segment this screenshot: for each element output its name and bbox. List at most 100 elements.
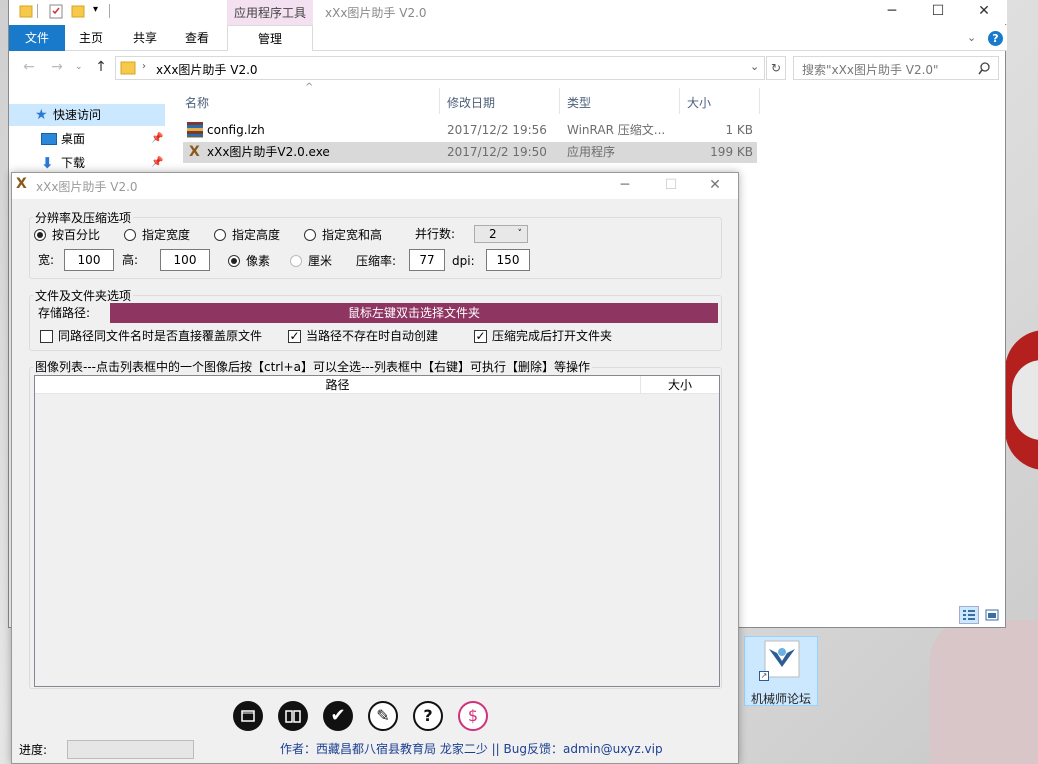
radio-pixel-label[interactable]: 像素 — [246, 254, 270, 268]
pin-icon[interactable]: 📌 — [151, 152, 163, 174]
toolbar-separator — [109, 4, 110, 18]
dpi-input[interactable]: 150 — [486, 249, 530, 271]
file-row[interactable]: X xXx图片助手V2.0.exe 2017/12/2 19:50 应用程序 1… — [183, 142, 757, 163]
app-minimize-button[interactable]: ─ — [602, 175, 648, 197]
open-folder-label[interactable]: 压缩完成后打开文件夹 — [492, 329, 612, 343]
help-button[interactable]: ? — [413, 701, 443, 731]
tab-share[interactable]: 共享 — [123, 28, 167, 50]
radio-cm[interactable] — [290, 255, 302, 267]
new-folder-icon[interactable] — [71, 3, 85, 19]
close-button[interactable]: ✕ — [961, 0, 1007, 24]
guide-button[interactable] — [278, 701, 308, 731]
height-label: 高: — [122, 253, 139, 267]
radio-pixel[interactable] — [228, 255, 240, 267]
auto-create-label[interactable]: 当路径不存在时自动创建 — [306, 329, 438, 343]
radio-percent[interactable] — [34, 229, 46, 241]
customize-toolbar-icon[interactable]: ▾ — [93, 4, 98, 15]
column-header-type[interactable]: 类型 — [567, 92, 591, 114]
recent-locations-icon[interactable]: ⌄ — [75, 62, 83, 72]
address-dropdown-icon[interactable]: ⌄ — [750, 60, 759, 73]
maximize-button[interactable]: ☐ — [915, 0, 961, 24]
column-divider[interactable] — [559, 88, 560, 114]
file-row[interactable]: config.lzh 2017/12/2 19:56 WinRAR 压缩文...… — [183, 120, 757, 141]
radio-percent-label[interactable]: 按百分比 — [52, 228, 100, 242]
author-info[interactable]: 作者：西藏昌都八宿县教育局 龙家二少 || Bug反馈：admin@uxyz.v… — [280, 740, 663, 757]
back-button[interactable]: ← — [19, 59, 39, 77]
file-name: xXx图片助手V2.0.exe — [207, 145, 330, 159]
star-icon: ★ — [35, 107, 48, 123]
radio-height[interactable] — [214, 229, 226, 241]
open-folder-checkbox[interactable]: ✓ — [474, 330, 487, 343]
pin-icon[interactable]: 📌 — [151, 128, 163, 150]
save-path-selector[interactable]: 鼠标左键双击选择文件夹 — [110, 303, 718, 323]
image-list[interactable]: 路径 大小 — [34, 375, 720, 687]
tab-manage[interactable]: 管理 — [227, 25, 313, 51]
edit-button[interactable]: ✎ — [368, 701, 398, 731]
app-logo-icon: X — [189, 144, 200, 160]
breadcrumb[interactable]: xXx图片助手 V2.0 — [156, 61, 258, 78]
list-column-path[interactable]: 路径 — [35, 376, 641, 394]
toolbar-separator — [37, 4, 38, 18]
tab-home[interactable]: 主页 — [71, 28, 111, 50]
image-list-hint: 图像列表---点击列表框中的一个图像后按【ctrl+a】可以全选---列表框中【… — [33, 358, 592, 375]
nav-item-downloads[interactable]: ⬇ 下载 📌 — [9, 152, 165, 174]
breadcrumb-chevron-icon: › — [142, 61, 146, 72]
file-date: 2017/12/2 19:56 — [447, 123, 547, 137]
tab-file[interactable]: 文件 — [9, 25, 65, 51]
column-divider[interactable] — [679, 88, 680, 114]
column-header-size[interactable]: 大小 — [687, 92, 711, 114]
radio-height-label[interactable]: 指定高度 — [232, 228, 280, 242]
column-header-date[interactable]: 修改日期 — [447, 92, 495, 114]
details-view-icon[interactable] — [959, 606, 979, 624]
app-close-button[interactable]: ✕ — [692, 175, 738, 197]
nav-item-quick-access[interactable]: ★ 快速访问 — [9, 104, 165, 126]
radio-width-height[interactable] — [304, 229, 316, 241]
dpi-label: dpi: — [452, 254, 475, 268]
auto-create-checkbox[interactable]: ✓ — [288, 330, 301, 343]
width-input[interactable]: 100 — [64, 249, 114, 271]
nav-item-desktop[interactable]: 桌面 📌 — [9, 128, 165, 150]
app-logo-icon: X — [16, 176, 27, 192]
height-input[interactable]: 100 — [160, 249, 210, 271]
app-maximize-button[interactable]: ☐ — [648, 175, 694, 197]
parallel-label: 并行数: — [415, 227, 456, 241]
file-date: 2017/12/2 19:50 — [447, 145, 547, 159]
radio-width[interactable] — [124, 229, 136, 241]
app-window: X xXx图片助手 V2.0 ─ ☐ ✕ 分辨率及压缩选项 按百分比 指定宽度 … — [11, 172, 739, 764]
desktop-icon — [41, 133, 57, 145]
start-button[interactable]: ✔ — [323, 701, 353, 731]
list-column-size[interactable]: 大小 — [641, 376, 719, 394]
expand-ribbon-icon[interactable]: ⌄ — [967, 31, 976, 44]
folder-icon — [241, 710, 255, 722]
resolution-group — [29, 217, 722, 279]
properties-icon[interactable] — [49, 3, 63, 19]
minimize-button[interactable]: ─ — [869, 0, 915, 24]
nav-item-label: 下载 — [61, 156, 86, 170]
parallel-select[interactable]: 2 ˅ — [474, 225, 528, 243]
radio-width-height-label[interactable]: 指定宽和高 — [322, 228, 382, 242]
tab-view[interactable]: 查看 — [177, 28, 217, 50]
refresh-button[interactable]: ↻ — [766, 56, 786, 80]
progress-bar — [67, 740, 194, 759]
column-divider[interactable] — [439, 88, 440, 114]
donate-button[interactable]: $ — [458, 701, 488, 731]
radio-width-label[interactable]: 指定宽度 — [142, 228, 190, 242]
forward-button[interactable]: → — [47, 59, 67, 77]
help-icon[interactable]: ? — [988, 31, 1003, 46]
search-input[interactable]: 搜索"xXx图片助手 V2.0" — [793, 56, 999, 80]
desktop-wallpaper-shape — [930, 620, 1038, 764]
up-button[interactable]: ↑ — [91, 59, 111, 77]
column-header-name[interactable]: 名称 — [185, 92, 209, 114]
column-divider[interactable] — [759, 88, 760, 114]
chevron-down-icon: ˅ — [517, 229, 523, 239]
radio-cm-label[interactable]: 厘米 — [308, 254, 332, 268]
nav-item-label: 快速访问 — [53, 108, 102, 122]
sort-arrow-icon: ^ — [305, 82, 314, 93]
navigation-pane: ★ 快速访问 桌面 📌 ⬇ 下载 📌 — [9, 90, 165, 180]
large-icons-view-icon[interactable] — [982, 606, 1002, 624]
overwrite-label[interactable]: 同路径同文件名时是否直接覆盖原文件 — [58, 329, 262, 343]
address-bar[interactable]: › xXx图片助手 V2.0 ⌄ — [115, 56, 765, 80]
overwrite-checkbox[interactable] — [40, 330, 53, 343]
open-folder-button[interactable] — [233, 701, 263, 731]
compress-input[interactable]: 77 — [409, 249, 445, 271]
